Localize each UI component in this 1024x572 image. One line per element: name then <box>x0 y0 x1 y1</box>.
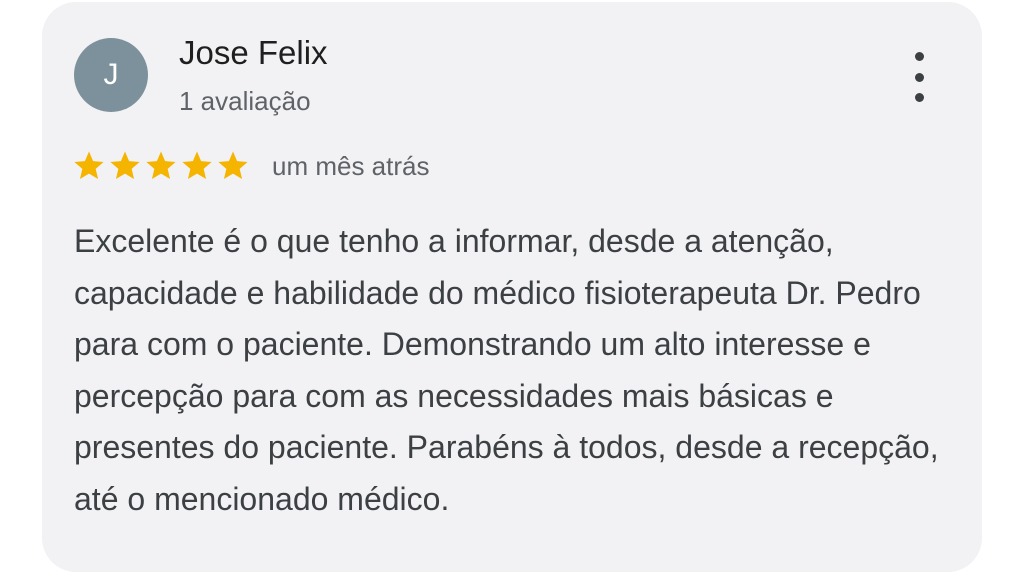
avatar-initial: J <box>103 58 119 91</box>
star-icon <box>180 149 214 183</box>
star-icon <box>108 149 142 183</box>
star-rating <box>72 149 250 183</box>
star-icon <box>216 149 250 183</box>
more-vertical-icon-dot <box>914 52 924 61</box>
review-date: um mês atrás <box>272 150 430 181</box>
review-text: Excelente é o que tenho a informar, desd… <box>74 223 939 517</box>
rating-row: um mês atrás <box>72 148 430 184</box>
reviewer-review-count[interactable]: 1 avaliação <box>179 86 311 117</box>
more-options-button[interactable] <box>902 52 936 102</box>
star-icon <box>72 149 106 183</box>
star-icon <box>144 149 178 183</box>
more-vertical-icon-dot <box>914 93 924 102</box>
reviewer-name[interactable]: Jose Felix <box>179 34 328 72</box>
review-card: J Jose Felix 1 avaliação um mês atrás Ex… <box>42 2 982 572</box>
more-vertical-icon-dot <box>914 72 924 82</box>
avatar[interactable]: J <box>74 38 148 112</box>
